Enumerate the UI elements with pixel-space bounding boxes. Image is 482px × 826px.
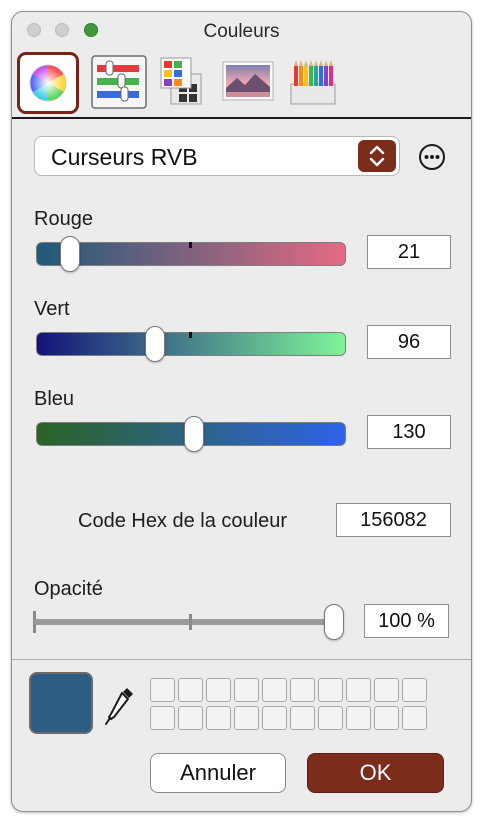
toolbar-divider — [12, 117, 471, 119]
title-bar: Couleurs — [12, 12, 471, 52]
picker-toolbar — [12, 48, 471, 118]
color-well[interactable] — [346, 706, 371, 730]
color-well[interactable] — [206, 678, 231, 702]
red-slider-thumb[interactable] — [59, 236, 80, 272]
color-well[interactable] — [150, 706, 175, 730]
color-wheel-icon — [29, 64, 67, 102]
color-well[interactable] — [262, 678, 287, 702]
colors-window: Couleurs Curseurs RVB Rouge 21 Vert 96 B… — [11, 11, 472, 812]
green-slider-thumb[interactable] — [145, 326, 166, 362]
tab-color-sliders[interactable] — [88, 52, 150, 114]
color-well[interactable] — [318, 678, 343, 702]
blue-slider-thumb[interactable] — [183, 416, 204, 452]
red-value-field[interactable]: 21 — [367, 235, 451, 269]
eyedropper-icon[interactable] — [103, 684, 137, 732]
sliders-icon — [91, 55, 147, 109]
mode-popup-button[interactable]: Curseurs RVB — [34, 136, 400, 176]
more-options-icon[interactable] — [418, 143, 446, 171]
opacity-slider-midtick — [189, 614, 192, 630]
cancel-button[interactable]: Annuler — [150, 753, 286, 793]
color-well[interactable] — [234, 706, 259, 730]
color-well[interactable] — [374, 678, 399, 702]
green-slider-midtick — [189, 332, 192, 338]
opacity-value-field[interactable]: 100 % — [364, 604, 449, 638]
tab-color-wheel[interactable] — [17, 52, 79, 114]
hex-code-label: Code Hex de la couleur — [78, 510, 288, 532]
palette-grid-icon — [160, 57, 202, 105]
color-well[interactable] — [402, 706, 427, 730]
color-well[interactable] — [262, 706, 287, 730]
color-well[interactable] — [318, 706, 343, 730]
blue-value-field[interactable]: 130 — [367, 415, 451, 449]
current-color-swatch[interactable] — [29, 672, 93, 734]
opacity-slider-thumb[interactable] — [324, 604, 344, 640]
color-well[interactable] — [402, 678, 427, 702]
color-well[interactable] — [374, 706, 399, 730]
mode-popup-label: Curseurs RVB — [51, 144, 198, 170]
window-title: Couleurs — [203, 21, 280, 42]
ok-button[interactable]: OK — [307, 753, 444, 793]
popup-chevron-icon — [358, 140, 396, 172]
color-well[interactable] — [178, 706, 203, 730]
color-well[interactable] — [234, 678, 259, 702]
color-well[interactable] — [346, 678, 371, 702]
custom-color-wells — [150, 678, 427, 730]
red-slider-label: Rouge — [34, 208, 93, 230]
color-well[interactable] — [290, 678, 315, 702]
tab-pencils[interactable] — [285, 52, 347, 114]
landscape-image-icon — [222, 61, 274, 101]
green-slider-label: Vert — [34, 298, 70, 320]
red-slider-midtick — [189, 242, 192, 248]
tab-image-palettes[interactable] — [219, 52, 281, 114]
color-well[interactable] — [290, 706, 315, 730]
color-well[interactable] — [206, 706, 231, 730]
color-well[interactable] — [150, 678, 175, 702]
hex-code-field[interactable]: 156082 — [336, 503, 451, 537]
opacity-label: Opacité — [34, 578, 103, 600]
blue-slider-label: Bleu — [34, 388, 75, 410]
green-value-field[interactable]: 96 — [367, 325, 451, 359]
pencils-icon — [290, 60, 336, 105]
tab-color-palettes[interactable] — [155, 52, 217, 114]
color-well[interactable] — [178, 678, 203, 702]
bottom-divider — [12, 659, 471, 660]
